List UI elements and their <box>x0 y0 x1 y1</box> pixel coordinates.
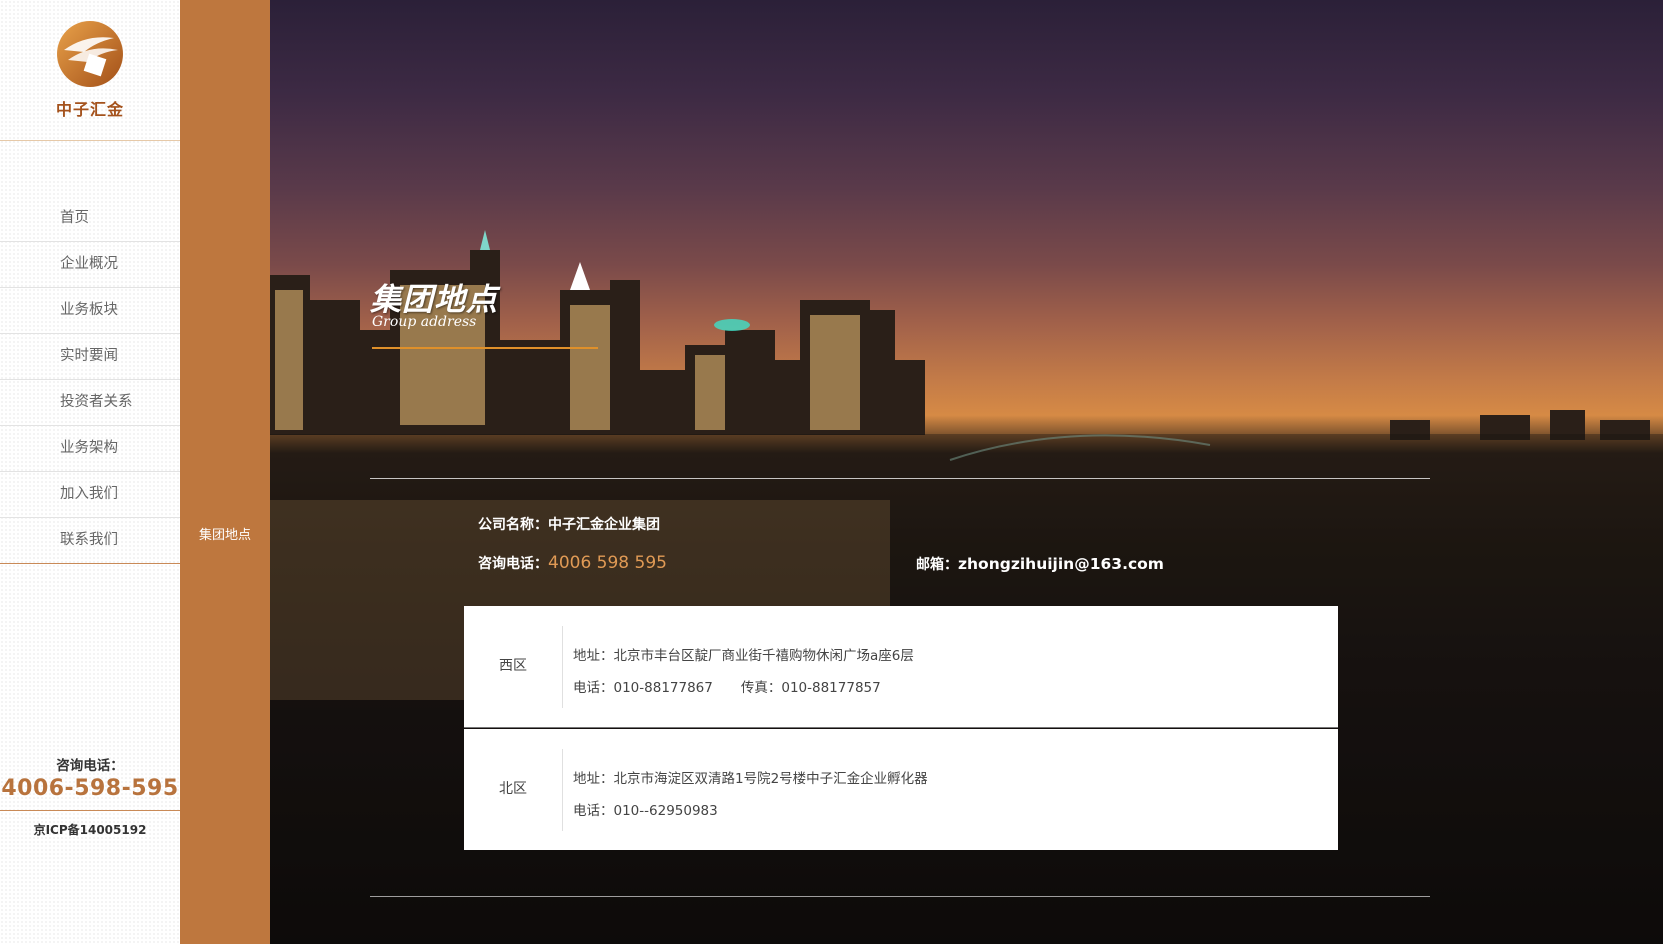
main-nav: 首页 企业概况 业务板块 实时要闻 投资者关系 业务架构 加入我们 联系我们 <box>0 196 180 564</box>
card-divider <box>562 626 563 708</box>
location-address: 地址：北京市丰台区靛厂商业街千禧购物休闲广场a座6层 <box>573 648 914 664</box>
nav-item-news[interactable]: 实时要闻 <box>0 334 180 380</box>
nav-item-structure[interactable]: 业务架构 <box>0 426 180 472</box>
title-underline <box>372 347 598 349</box>
page-subtitle: Group address <box>372 314 477 330</box>
icp-number: 京ICP备14005192 <box>33 823 147 837</box>
logo-icon <box>57 21 123 87</box>
consult-info: 咨询电话：4006 598 595 <box>478 553 667 573</box>
email-label: 邮箱： <box>916 557 958 573</box>
divider-top <box>370 478 1430 479</box>
location-card-north: 北区 地址：北京市海淀区双清路1号院2号楼中子汇金企业孵化器 电话：010--6… <box>464 729 1338 850</box>
company-name: 中子汇金企业集团 <box>548 517 660 533</box>
page-title: 集团地点 <box>370 282 498 318</box>
location-card-west: 西区 地址：北京市丰台区靛厂商业街千禧购物休闲广场a座6层 电话：010-881… <box>464 606 1338 728</box>
nav-item-home[interactable]: 首页 <box>0 196 180 242</box>
nav-item-contact[interactable]: 联系我们 <box>0 518 180 564</box>
nav-item-business[interactable]: 业务板块 <box>0 288 180 334</box>
subnav-item-group-address[interactable]: 集团地点 <box>180 524 270 548</box>
location-region: 北区 <box>499 781 527 797</box>
brand-name: 中子汇金 <box>55 100 124 119</box>
logo[interactable]: 中子汇金 <box>0 0 180 141</box>
location-phone: 电话：010-88177867 <box>573 680 713 696</box>
location-address: 地址：北京市海淀区双清路1号院2号楼中子汇金企业孵化器 <box>573 771 928 787</box>
company-label: 公司名称： <box>478 517 548 533</box>
email-info: 邮箱：zhongzihuijin@163.com <box>916 554 1164 574</box>
location-region: 西区 <box>499 658 527 674</box>
divider-bottom <box>370 896 1430 897</box>
sidebar-contact-phone: 4006-598-595 <box>1 776 179 801</box>
sub-nav: 集团地点 <box>180 0 270 944</box>
nav-item-overview[interactable]: 企业概况 <box>0 242 180 288</box>
company-info: 公司名称：中子汇金企业集团 <box>478 514 660 534</box>
consult-phone: 4006 598 595 <box>548 553 667 573</box>
sidebar-contact-label: 咨询电话： <box>56 758 124 774</box>
location-fax: 传真：010-88177857 <box>740 680 881 696</box>
sidebar-divider <box>0 810 180 811</box>
location-phone: 电话：010--62950983 <box>573 803 718 819</box>
nav-item-investor[interactable]: 投资者关系 <box>0 380 180 426</box>
email-address: zhongzihuijin@163.com <box>958 555 1164 573</box>
consult-label: 咨询电话： <box>478 556 548 572</box>
main-content: 集团地点 Group address 公司名称：中子汇金企业集团 咨询电话：40… <box>270 0 1663 944</box>
location-contacts: 电话：010-88177867 传真：010-88177857 <box>573 676 881 696</box>
sidebar: 中子汇金 首页 企业概况 业务板块 实时要闻 投资者关系 业务架构 加入我们 联… <box>0 0 180 944</box>
card-divider <box>562 749 563 831</box>
nav-item-join[interactable]: 加入我们 <box>0 472 180 518</box>
